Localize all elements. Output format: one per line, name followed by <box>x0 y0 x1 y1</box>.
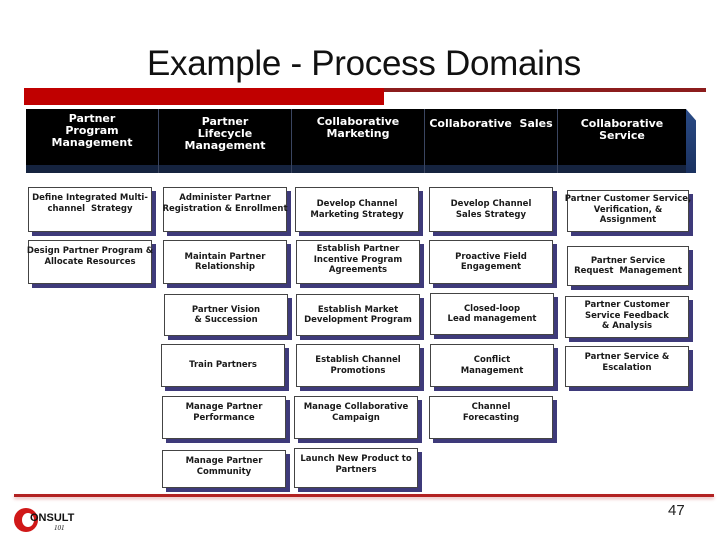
process-label: Train Partners <box>189 360 257 371</box>
process-box: Establish Market Development Program <box>296 294 420 336</box>
process-box: Develop Channel Marketing Strategy <box>295 187 419 232</box>
title-rule-accent <box>24 88 384 105</box>
page-number: 47 <box>668 502 685 519</box>
process-box: Develop Channel Sales Strategy <box>429 187 553 232</box>
process-label: Channel Forecasting <box>462 402 520 423</box>
process-box: Partner Service Request Management <box>567 246 689 286</box>
process-label: Administer Partner Registration & Enroll… <box>162 193 288 214</box>
process-box: Train Partners <box>161 344 285 387</box>
domain-header-label: Partner Lifecycle Management <box>184 115 266 152</box>
process-box: Partner Customer Service, Verification, … <box>564 190 692 232</box>
process-label: Design Partner Program & Allocate Resour… <box>26 246 154 267</box>
process-label: Proactive Field Engagement <box>455 251 527 273</box>
header-bevel <box>686 109 696 173</box>
process-label: Closed-loop Lead management <box>447 303 537 325</box>
process-label: Manage Collaborative Campaign <box>303 402 409 423</box>
process-box: Partner Customer Service Feedback & Anal… <box>565 296 689 338</box>
footer-rule <box>14 494 714 497</box>
process-box: Partner Vision & Succession <box>164 294 288 336</box>
process-label: Maintain Partner Relationship <box>184 251 266 273</box>
process-box: Administer Partner Registration & Enroll… <box>162 187 288 232</box>
domain-header-collaborative-marketing: Collaborative Marketing <box>292 109 424 173</box>
process-box: Manage Collaborative Campaign <box>294 396 418 439</box>
process-label: Establish Partner Incentive Program Agre… <box>313 244 403 275</box>
logo-text: ONSULT <box>30 512 75 524</box>
domain-header-label: Collaborative Sales <box>429 117 553 130</box>
process-box: Manage Partner Performance <box>162 396 286 439</box>
process-label: Define Integrated Multi- channel Strateg… <box>32 193 148 214</box>
process-box: Partner Service & Escalation <box>565 346 689 387</box>
slide-title: Example - Process Domains <box>146 44 582 83</box>
process-label: Partner Service & Escalation <box>584 352 670 373</box>
process-box: Establish Channel Promotions <box>296 344 420 387</box>
process-label: Partner Service Request Management <box>574 255 682 277</box>
process-label: Develop Channel Marketing Strategy <box>310 199 404 220</box>
process-box: Channel Forecasting <box>429 396 553 439</box>
domain-header-label: Collaborative Marketing <box>316 115 400 140</box>
domain-header-collaborative-service: Collaborative Service <box>558 109 686 173</box>
process-label: Conflict Management <box>460 355 524 376</box>
process-label: Partner Customer Service Feedback & Anal… <box>584 300 670 331</box>
domain-header-label: Partner Program Management <box>51 112 133 149</box>
process-box: Proactive Field Engagement <box>429 240 553 284</box>
process-label: Manage Partner Performance <box>185 402 263 423</box>
process-label: Establish Market Development Program <box>304 304 412 326</box>
process-box: Design Partner Program & Allocate Resour… <box>26 240 154 284</box>
consult-logo: ONSULT 101 <box>14 508 74 534</box>
domain-header-partner-program-management: Partner Program Management <box>26 109 158 173</box>
process-box: Establish Partner Incentive Program Agre… <box>296 240 420 284</box>
process-label: Establish Channel Promotions <box>315 355 401 376</box>
process-box: Launch New Product to Partners <box>294 448 418 488</box>
process-box: Conflict Management <box>430 344 554 387</box>
domain-header-bar: Partner Program Management Partner Lifec… <box>26 109 686 173</box>
logo-subtext: 101 <box>54 524 65 532</box>
process-label: Partner Customer Service, Verification, … <box>564 194 692 225</box>
process-label: Partner Vision & Succession <box>191 304 261 326</box>
process-box: Closed-loop Lead management <box>430 293 554 335</box>
domain-header-label: Collaborative Service <box>580 117 664 142</box>
domain-header-collaborative-sales: Collaborative Sales <box>425 109 557 173</box>
domain-header-partner-lifecycle-management: Partner Lifecycle Management <box>159 109 291 173</box>
process-label: Manage Partner Community <box>185 456 263 477</box>
process-label: Develop Channel Sales Strategy <box>450 199 532 220</box>
process-box: Define Integrated Multi- channel Strateg… <box>28 187 152 232</box>
process-label: Launch New Product to Partners <box>300 454 412 475</box>
process-box: Manage Partner Community <box>162 450 286 488</box>
process-box: Maintain Partner Relationship <box>163 240 287 284</box>
